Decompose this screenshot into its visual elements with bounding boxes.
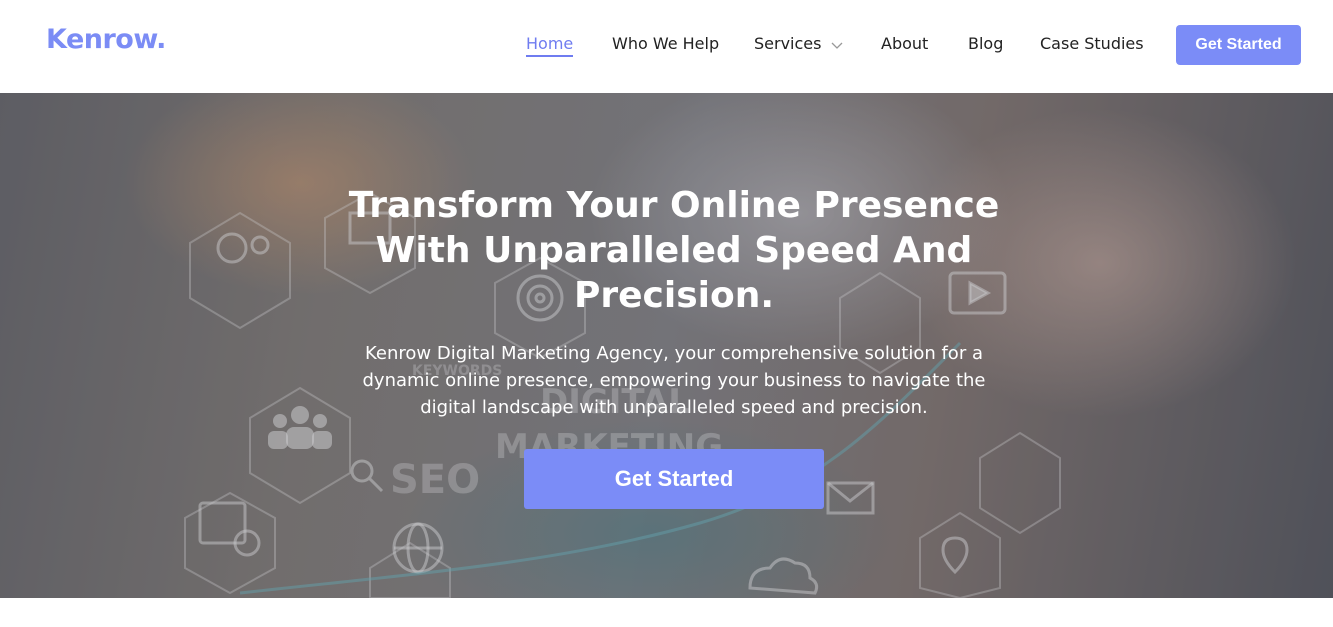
hero-section: SEO KEYWORDS DIGITAL MARKETING Transform… — [0, 93, 1333, 598]
nav-item-who-we-help[interactable]: Who We Help — [612, 34, 719, 53]
nav-item-services[interactable]: Services — [754, 34, 844, 53]
nav-item-about[interactable]: About — [881, 34, 928, 53]
nav-item-case-studies[interactable]: Case Studies — [1040, 34, 1144, 53]
site-header: Kenrow. Home Who We Help Services About … — [0, 0, 1333, 93]
get-started-hero-button[interactable]: Get Started — [524, 449, 824, 509]
hero-subtitle: Kenrow Digital Marketing Agency, your co… — [362, 343, 986, 418]
page-bottom-band — [0, 598, 1333, 627]
nav-item-services-label: Services — [754, 34, 822, 53]
get-started-header-button[interactable]: Get Started — [1176, 25, 1301, 65]
hero-title: Transform Your Online Presence With Unpa… — [348, 185, 1000, 316]
chevron-down-icon — [831, 42, 843, 49]
nav-item-home[interactable]: Home — [526, 34, 574, 57]
nav-item-blog[interactable]: Blog — [968, 34, 1003, 53]
main-nav: Home Who We Help Services About Blog Cas… — [0, 0, 1333, 93]
